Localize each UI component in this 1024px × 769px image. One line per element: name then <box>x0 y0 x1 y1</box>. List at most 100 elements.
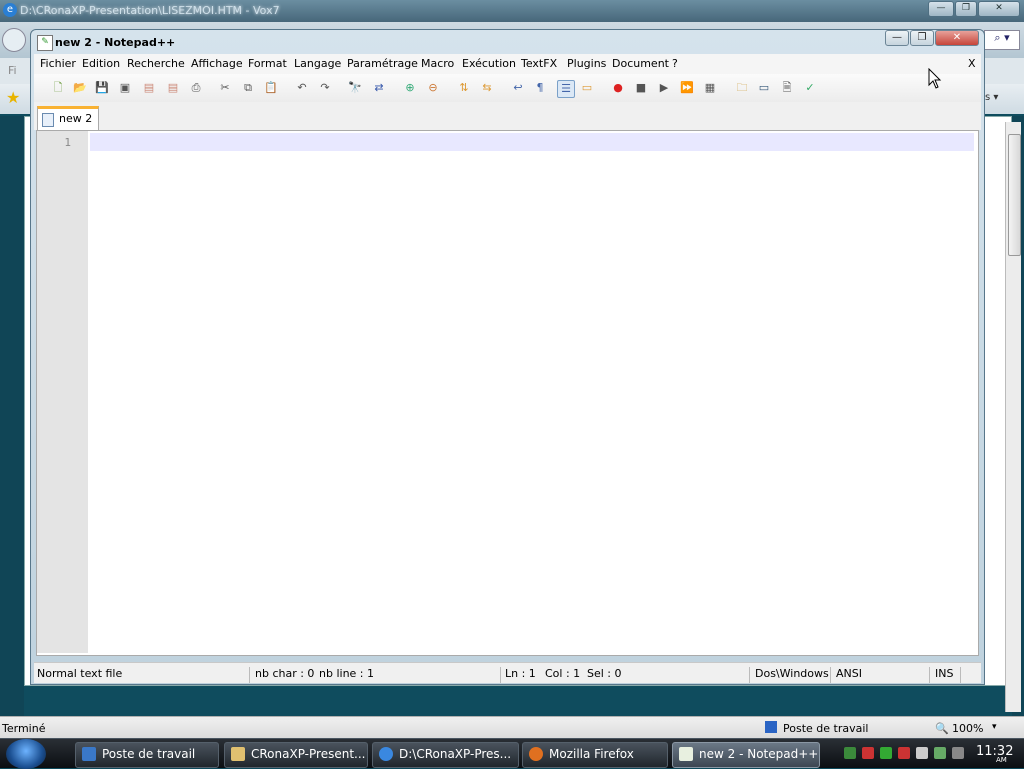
taskbar-item-label: Mozilla Firefox <box>549 747 634 761</box>
zoom-in-icon[interactable]: ⊕ <box>402 80 418 96</box>
status-separator <box>929 667 930 683</box>
close-icon[interactable]: ▤ <box>141 80 157 96</box>
clock[interactable]: 11:32 <box>976 744 1013 759</box>
mouse-cursor <box>928 68 942 89</box>
ie-maximize-button[interactable]: ❐ <box>955 1 977 17</box>
copy-icon[interactable]: ⧉ <box>240 80 256 96</box>
save-all-icon[interactable]: ▣ <box>117 80 133 96</box>
menu-affichage[interactable]: Affichage <box>191 57 243 70</box>
menu-execution[interactable]: Exécution <box>462 57 516 70</box>
close-button[interactable]: ✕ <box>935 30 979 46</box>
find-icon[interactable]: 🔭 <box>347 80 363 96</box>
menu-plugins[interactable]: Plugins <box>567 57 606 70</box>
favorites-star-icon[interactable]: ★ <box>6 88 20 107</box>
console-icon[interactable]: ▭ <box>756 80 772 96</box>
status-bar: Normal text file nb char : 0 nb line : 1… <box>34 662 981 683</box>
tools-dropdown[interactable]: s ▾ <box>985 92 998 103</box>
preview-icon[interactable]: 🗎 <box>779 80 795 96</box>
ie-scroll-thumb[interactable] <box>1008 134 1021 256</box>
new-file-icon[interactable]: 🗋 <box>50 80 66 96</box>
volume-icon[interactable] <box>934 747 946 759</box>
shield-icon[interactable] <box>844 747 856 759</box>
ie-menu-fichier[interactable]: Fi <box>8 64 17 77</box>
sync-v-icon[interactable]: ⇅ <box>456 80 472 96</box>
usb-icon[interactable] <box>952 747 964 759</box>
zoom-dropdown-icon[interactable]: ▾ <box>992 722 997 732</box>
alert-icon[interactable] <box>898 747 910 759</box>
network-icon[interactable] <box>916 747 928 759</box>
open-folder-icon[interactable]: 🗀 <box>734 80 750 96</box>
save-macro-icon[interactable]: ▦ <box>702 80 718 96</box>
update-icon[interactable] <box>880 747 892 759</box>
record-macro-icon[interactable]: ● <box>610 80 626 96</box>
antivirus-icon[interactable] <box>862 747 874 759</box>
zoom-out-icon[interactable]: ⊖ <box>425 80 441 96</box>
taskbar-item-firefox[interactable]: Mozilla Firefox <box>522 742 668 768</box>
ie-minimize-button[interactable]: — <box>928 1 954 17</box>
status-separator <box>749 667 750 683</box>
status-eol: Dos\Windows <box>755 667 829 680</box>
ie-zoom[interactable]: 100% <box>952 722 983 735</box>
menu-edition[interactable]: Edition <box>82 57 120 70</box>
tab-new-2[interactable]: new 2 <box>37 106 99 131</box>
status-nb-char: nb char : 0 <box>255 667 315 680</box>
close-all-icon[interactable]: ▤ <box>165 80 181 96</box>
show-all-chars-icon[interactable]: ¶ <box>532 80 548 96</box>
undo-icon[interactable]: ↶ <box>294 80 310 96</box>
spellcheck-icon[interactable]: ✓ <box>802 80 818 96</box>
menu-recherche[interactable]: Recherche <box>127 57 185 70</box>
start-button[interactable] <box>6 739 46 769</box>
save-icon[interactable]: 💾 <box>94 80 110 96</box>
ie-close-button[interactable]: ✕ <box>978 1 1020 17</box>
taskbar-item-cronaxp-folder[interactable]: CRonaXP-Present... <box>224 742 368 768</box>
menu-format[interactable]: Format <box>248 57 287 70</box>
replace-icon[interactable]: ⇄ <box>371 80 387 96</box>
ie-icon: e <box>3 3 17 17</box>
print-icon[interactable]: ⎙ <box>188 80 204 96</box>
notepadpp-icon: ✎ <box>37 35 53 51</box>
taskbar-item-label: CRonaXP-Present... <box>251 747 366 761</box>
menu-textfx[interactable]: TextFX <box>521 57 557 70</box>
status-separator <box>249 667 250 683</box>
close-document-button[interactable]: X <box>968 57 976 70</box>
minimize-button[interactable]: — <box>885 30 909 46</box>
ie-scrollbar[interactable] <box>1005 122 1021 712</box>
folder-icon <box>231 747 245 761</box>
taskbar-item-label: D:\CRonaXP-Pres... <box>399 747 512 761</box>
stop-record-icon[interactable]: ■ <box>633 80 649 96</box>
menu-help[interactable]: ? <box>672 57 678 70</box>
open-file-icon[interactable]: 📂 <box>72 80 88 96</box>
ie-status-text: Terminé <box>2 722 46 735</box>
status-ins: INS <box>935 667 954 680</box>
menu-macro[interactable]: Macro <box>421 57 454 70</box>
menu-parametrage[interactable]: Paramétrage <box>347 57 418 70</box>
redo-icon[interactable]: ↷ <box>317 80 333 96</box>
run-macro-multiple-icon[interactable]: ⏩ <box>679 80 695 96</box>
search-icon[interactable]: ⌕ ▾ <box>984 30 1020 50</box>
user-lang-icon[interactable]: ▭ <box>579 80 595 96</box>
menu-langage[interactable]: Langage <box>294 57 341 70</box>
taskbar-item-poste-de-travail[interactable]: Poste de travail <box>75 742 219 768</box>
ie-page-background-left <box>0 116 24 716</box>
taskbar: Poste de travail CRonaXP-Present... D:\C… <box>0 738 1024 769</box>
menu-fichier[interactable]: Fichier <box>40 57 76 70</box>
firefox-icon <box>529 747 543 761</box>
menu-bar: Fichier Edition Recherche Affichage Form… <box>34 54 981 74</box>
sync-h-icon[interactable]: ⇆ <box>479 80 495 96</box>
menu-document[interactable]: Document <box>612 57 669 70</box>
status-sel: Sel : 0 <box>587 667 622 680</box>
tab-label: new 2 <box>59 112 93 125</box>
play-macro-icon[interactable]: ▶ <box>656 80 672 96</box>
taskbar-item-ie[interactable]: D:\CRonaXP-Pres... <box>372 742 519 768</box>
maximize-button[interactable]: ❐ <box>910 30 934 46</box>
indent-guide-icon[interactable]: ☰ <box>557 80 575 98</box>
cut-icon[interactable]: ✂ <box>217 80 233 96</box>
status-separator <box>960 667 961 683</box>
taskbar-item-notepadpp[interactable]: new 2 - Notepad++ <box>672 742 820 768</box>
editor[interactable]: 1 <box>36 130 979 656</box>
paste-icon[interactable]: 📋 <box>263 80 279 96</box>
back-button[interactable] <box>2 28 26 52</box>
taskbar-item-label: new 2 - Notepad++ <box>699 747 819 761</box>
word-wrap-icon[interactable]: ↩ <box>510 80 526 96</box>
current-line-highlight[interactable] <box>90 133 974 151</box>
